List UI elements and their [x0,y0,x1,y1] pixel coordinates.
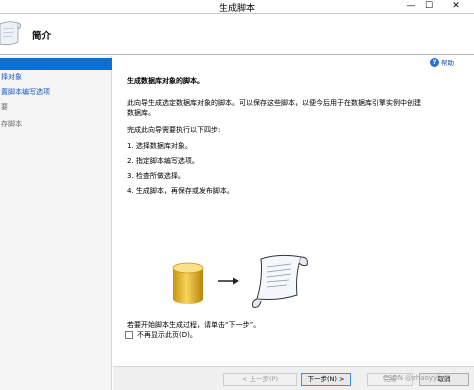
database-icon [172,262,204,304]
sidebar-item-save-scripts: 存脚本 [1,120,22,128]
maximize-button[interactable]: ☐ [420,0,438,13]
page-title: 简介 [32,31,52,42]
help-label: 帮助 [441,59,454,67]
dont-show-again-checkbox[interactable] [125,331,133,339]
help-link[interactable]: ? 帮助 [430,57,454,67]
previous-button[interactable]: < 上一步(P) [223,373,297,386]
wizard-steps-sidebar: 择对象 置脚本编写选项 要 存脚本 [0,56,112,390]
script-scroll-icon [252,254,308,308]
wizard-footer: < 上一步(P) 下一步(N) > 完成 取消 CSDN @zhaoyylink [113,366,474,390]
content-heading: 生成数据库对象的脚本。 [127,77,204,85]
close-button[interactable]: ✕ [438,0,474,13]
step-item: 2. 指定脚本编写选项。 [127,157,199,165]
step-item: 1. 选择数据库对象。 [127,142,192,150]
minimize-button[interactable]: — [402,0,420,13]
arrow-right-icon [218,277,239,285]
help-icon: ? [430,57,439,67]
wizard-header: 简介 [0,15,474,55]
window-titlebar: 生成脚本 — ☐ ✕ [0,0,474,14]
next-button[interactable]: 下一步(N) > [301,373,351,386]
dont-show-again-row[interactable]: 不再显示此页(D)。 [125,330,197,340]
sidebar-item-scripting-options[interactable]: 置脚本编写选项 [0,86,112,98]
sidebar-item-choose-objects[interactable]: 择对象 [0,71,112,83]
intro-line-1: 此向导生成选定数据库对象的脚本。可以保存这些脚本，以便今后用于在数据库引擎实例中… [127,99,421,107]
sidebar-item-summary: 要 [1,103,8,111]
steps-intro: 完成此向导需要执行以下四步: [127,126,221,134]
start-prompt: 若要开始脚本生成过程，请单击“下一步”。 [127,321,261,329]
wizard-content: ? 帮助 生成数据库对象的脚本。 此向导生成选定数据库对象的脚本。可以保存这些脚… [113,56,474,366]
step-item: 4. 生成脚本，再保存或发布脚本。 [127,187,234,195]
sidebar-item-introduction[interactable] [0,58,112,70]
scroll-wizard-icon [0,21,22,46]
watermark: CSDN @zhaoyylink [383,374,450,382]
step-item: 3. 检查所做选择。 [127,172,185,180]
intro-line-2: 数据库。 [127,109,155,117]
dont-show-again-label: 不再显示此页(D)。 [137,331,197,339]
